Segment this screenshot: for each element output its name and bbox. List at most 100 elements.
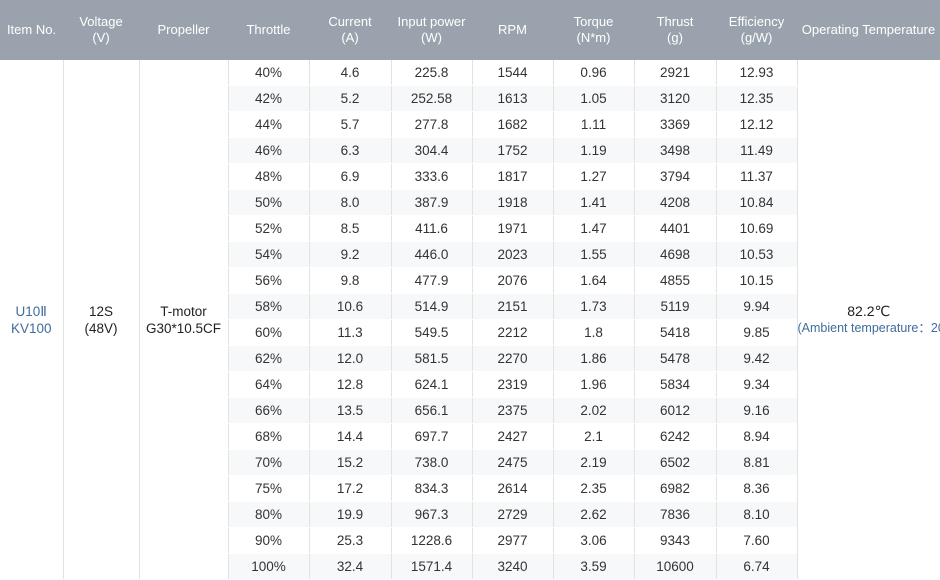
input-power-cell: 738.0 [391, 450, 472, 476]
torque-cell: 1.73 [553, 294, 634, 320]
torque-cell: 1.19 [553, 138, 634, 164]
efficiency-cell: 10.84 [716, 190, 797, 216]
input-power-cell: 304.4 [391, 138, 472, 164]
efficiency-cell: 8.81 [716, 450, 797, 476]
throttle-cell: 62% [228, 346, 309, 372]
voltage-value: 12S(48V) [63, 60, 139, 580]
throttle-cell: 44% [228, 112, 309, 138]
torque-cell: 1.05 [553, 86, 634, 112]
torque-cell: 2.02 [553, 398, 634, 424]
throttle-cell: 66% [228, 398, 309, 424]
ambient-temperature-note: (Ambient temperature：20℃) [798, 321, 940, 336]
thrust-cell: 5478 [634, 346, 716, 372]
input-power-cell: 446.0 [391, 242, 472, 268]
input-power-cell: 549.5 [391, 320, 472, 346]
current-cell: 6.3 [309, 138, 391, 164]
torque-cell: 1.55 [553, 242, 634, 268]
rpm-cell: 2375 [472, 398, 553, 424]
current-cell: 11.3 [309, 320, 391, 346]
input-power-cell: 411.6 [391, 216, 472, 242]
torque-cell: 1.64 [553, 268, 634, 294]
thrust-cell: 5418 [634, 320, 716, 346]
current-cell: 9.8 [309, 268, 391, 294]
header-thrust: Thrust (g) [634, 0, 716, 60]
header-efficiency: Efficiency (g/W) [716, 0, 797, 60]
throttle-cell: 40% [228, 60, 309, 86]
input-power-cell: 252.58 [391, 86, 472, 112]
current-cell: 12.0 [309, 346, 391, 372]
efficiency-cell: 11.37 [716, 164, 797, 190]
throttle-cell: 52% [228, 216, 309, 242]
thrust-cell: 7836 [634, 502, 716, 528]
rpm-cell: 2614 [472, 476, 553, 502]
header-rpm: RPM [472, 0, 553, 60]
input-power-cell: 697.7 [391, 424, 472, 450]
propeller-value: T-motorG30*10.5CF [139, 60, 228, 580]
efficiency-cell: 9.16 [716, 398, 797, 424]
header-voltage: Voltage (V) [63, 0, 139, 60]
thrust-cell: 4401 [634, 216, 716, 242]
thrust-cell: 10600 [634, 554, 716, 580]
current-cell: 5.7 [309, 112, 391, 138]
throttle-cell: 56% [228, 268, 309, 294]
throttle-cell: 100% [228, 554, 309, 580]
input-power-cell: 581.5 [391, 346, 472, 372]
current-cell: 5.2 [309, 86, 391, 112]
item-number-line2: KV100 [0, 320, 63, 337]
input-power-cell: 624.1 [391, 372, 472, 398]
efficiency-cell: 7.60 [716, 528, 797, 554]
thrust-cell: 5119 [634, 294, 716, 320]
torque-cell: 1.8 [553, 320, 634, 346]
rpm-cell: 1817 [472, 164, 553, 190]
input-power-cell: 967.3 [391, 502, 472, 528]
rpm-cell: 1752 [472, 138, 553, 164]
torque-cell: 3.06 [553, 528, 634, 554]
rpm-cell: 2729 [472, 502, 553, 528]
thrust-cell: 4698 [634, 242, 716, 268]
thrust-cell: 4208 [634, 190, 716, 216]
propeller-value-line2: G30*10.5CF [140, 320, 228, 337]
performance-table: Item No.Voltage (V)PropellerThrottleCurr… [0, 0, 940, 580]
current-cell: 8.0 [309, 190, 391, 216]
thrust-cell: 3794 [634, 164, 716, 190]
torque-cell: 1.96 [553, 372, 634, 398]
throttle-cell: 60% [228, 320, 309, 346]
current-cell: 12.8 [309, 372, 391, 398]
propeller-value-line1: T-motor [140, 303, 228, 320]
current-cell: 9.2 [309, 242, 391, 268]
item-number-line1: U10Ⅱ [0, 303, 63, 320]
thrust-cell: 6982 [634, 476, 716, 502]
thrust-cell: 3120 [634, 86, 716, 112]
thrust-cell: 2921 [634, 60, 716, 86]
operating-temperature-value: 82.2℃(Ambient temperature：20℃) [797, 60, 940, 580]
throttle-cell: 54% [228, 242, 309, 268]
torque-cell: 0.96 [553, 60, 634, 86]
efficiency-cell: 9.94 [716, 294, 797, 320]
torque-cell: 1.41 [553, 190, 634, 216]
efficiency-cell: 8.36 [716, 476, 797, 502]
rpm-cell: 2977 [472, 528, 553, 554]
rpm-cell: 2427 [472, 424, 553, 450]
thrust-cell: 6242 [634, 424, 716, 450]
thrust-cell: 9343 [634, 528, 716, 554]
voltage-value-line1: 12S [64, 303, 139, 320]
current-cell: 14.4 [309, 424, 391, 450]
throttle-cell: 46% [228, 138, 309, 164]
header-item-no: Item No. [0, 0, 63, 60]
torque-cell: 2.19 [553, 450, 634, 476]
current-cell: 32.4 [309, 554, 391, 580]
current-cell: 4.6 [309, 60, 391, 86]
current-cell: 10.6 [309, 294, 391, 320]
efficiency-cell: 11.49 [716, 138, 797, 164]
table-row: U10ⅡKV10012S(48V)T-motorG30*10.5CF40%4.6… [0, 60, 940, 86]
input-power-cell: 333.6 [391, 164, 472, 190]
thrust-cell: 5834 [634, 372, 716, 398]
input-power-cell: 514.9 [391, 294, 472, 320]
current-cell: 19.9 [309, 502, 391, 528]
header-torque: Torque (N*m) [553, 0, 634, 60]
rpm-cell: 2212 [472, 320, 553, 346]
thrust-cell: 3369 [634, 112, 716, 138]
input-power-cell: 225.8 [391, 60, 472, 86]
current-cell: 8.5 [309, 216, 391, 242]
rpm-cell: 2076 [472, 268, 553, 294]
